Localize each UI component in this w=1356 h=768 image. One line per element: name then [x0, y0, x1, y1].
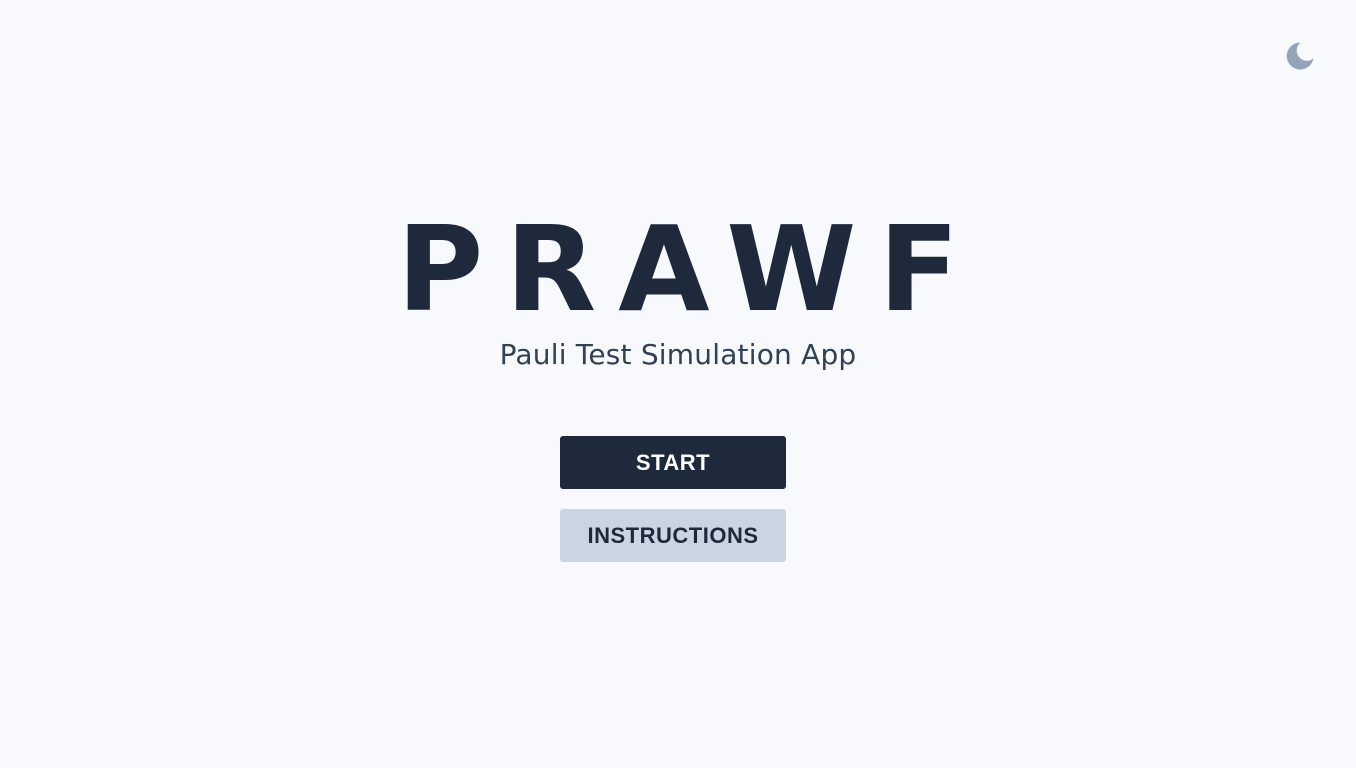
- app-title: PRAWF: [396, 200, 982, 338]
- instructions-button[interactable]: INSTRUCTIONS: [560, 509, 786, 562]
- landing-hero: PRAWF Pauli Test Simulation App START IN…: [0, 0, 1356, 768]
- start-button[interactable]: START: [560, 436, 786, 489]
- app-subtitle: Pauli Test Simulation App: [499, 338, 857, 371]
